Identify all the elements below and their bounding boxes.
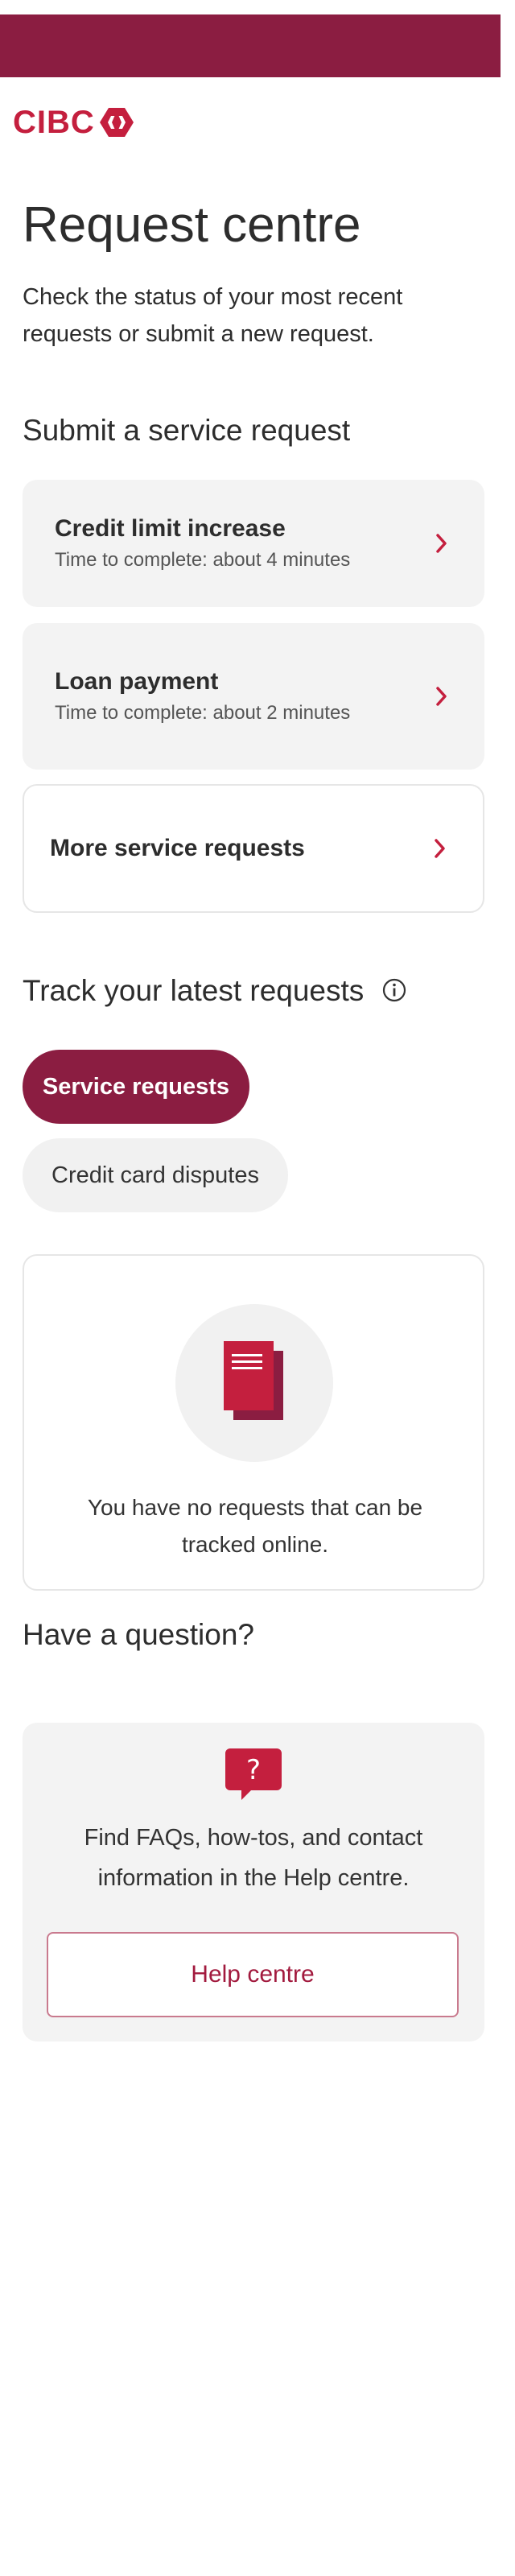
submit-section-heading: Submit a service request: [23, 414, 351, 447]
tab-service-requests[interactable]: Service requests: [23, 1050, 249, 1124]
card-subtitle: Time to complete: about 2 minutes: [55, 702, 351, 724]
help-description: Find FAQs, how-tos, and contact informat…: [84, 1825, 423, 1891]
help-centre-button[interactable]: Help centre: [47, 1932, 459, 2017]
logo-diamond-icon: [99, 108, 134, 137]
page-title: Request centre: [23, 197, 361, 253]
card-title: Loan payment: [55, 668, 219, 695]
track-section-heading: Track your latest requests: [23, 974, 365, 1007]
more-service-requests-card[interactable]: More service requests: [23, 784, 484, 913]
help-section-heading: Have a question?: [23, 1618, 254, 1651]
empty-state-card: You have no requests that can be tracked…: [23, 1254, 484, 1591]
logo-wordmark: CIBC: [13, 105, 95, 140]
card-title: Credit limit increase: [55, 515, 286, 542]
chevron-right-icon: [436, 534, 447, 553]
chevron-right-icon: [436, 687, 447, 706]
cibc-logo[interactable]: CIBC: [13, 105, 134, 140]
documents-icon-circle: [175, 1304, 333, 1462]
card-text: Loan payment Time to complete: about 2 m…: [55, 667, 350, 726]
empty-state-message: You have no requests that can be tracked…: [87, 1495, 423, 1557]
credit-limit-increase-card[interactable]: Credit limit increase Time to complete: …: [23, 480, 484, 607]
top-brand-bar: [0, 14, 501, 77]
page-description: Check the status of your most recent req…: [23, 284, 403, 347]
question-bubble-icon: ?: [225, 1748, 282, 1800]
chevron-right-icon: [435, 839, 445, 858]
tab-credit-card-disputes[interactable]: Credit card disputes: [23, 1138, 288, 1212]
help-card: ? Find FAQs, how-tos, and contact inform…: [23, 1723, 484, 2041]
card-text: Credit limit increase Time to complete: …: [55, 514, 350, 573]
card-subtitle: Time to complete: about 4 minutes: [55, 549, 351, 571]
card-title: More service requests: [50, 835, 305, 861]
info-icon[interactable]: [381, 977, 407, 1003]
svg-text:?: ?: [246, 1754, 261, 1786]
documents-icon: [224, 1341, 283, 1420]
loan-payment-card[interactable]: Loan payment Time to complete: about 2 m…: [23, 623, 484, 770]
